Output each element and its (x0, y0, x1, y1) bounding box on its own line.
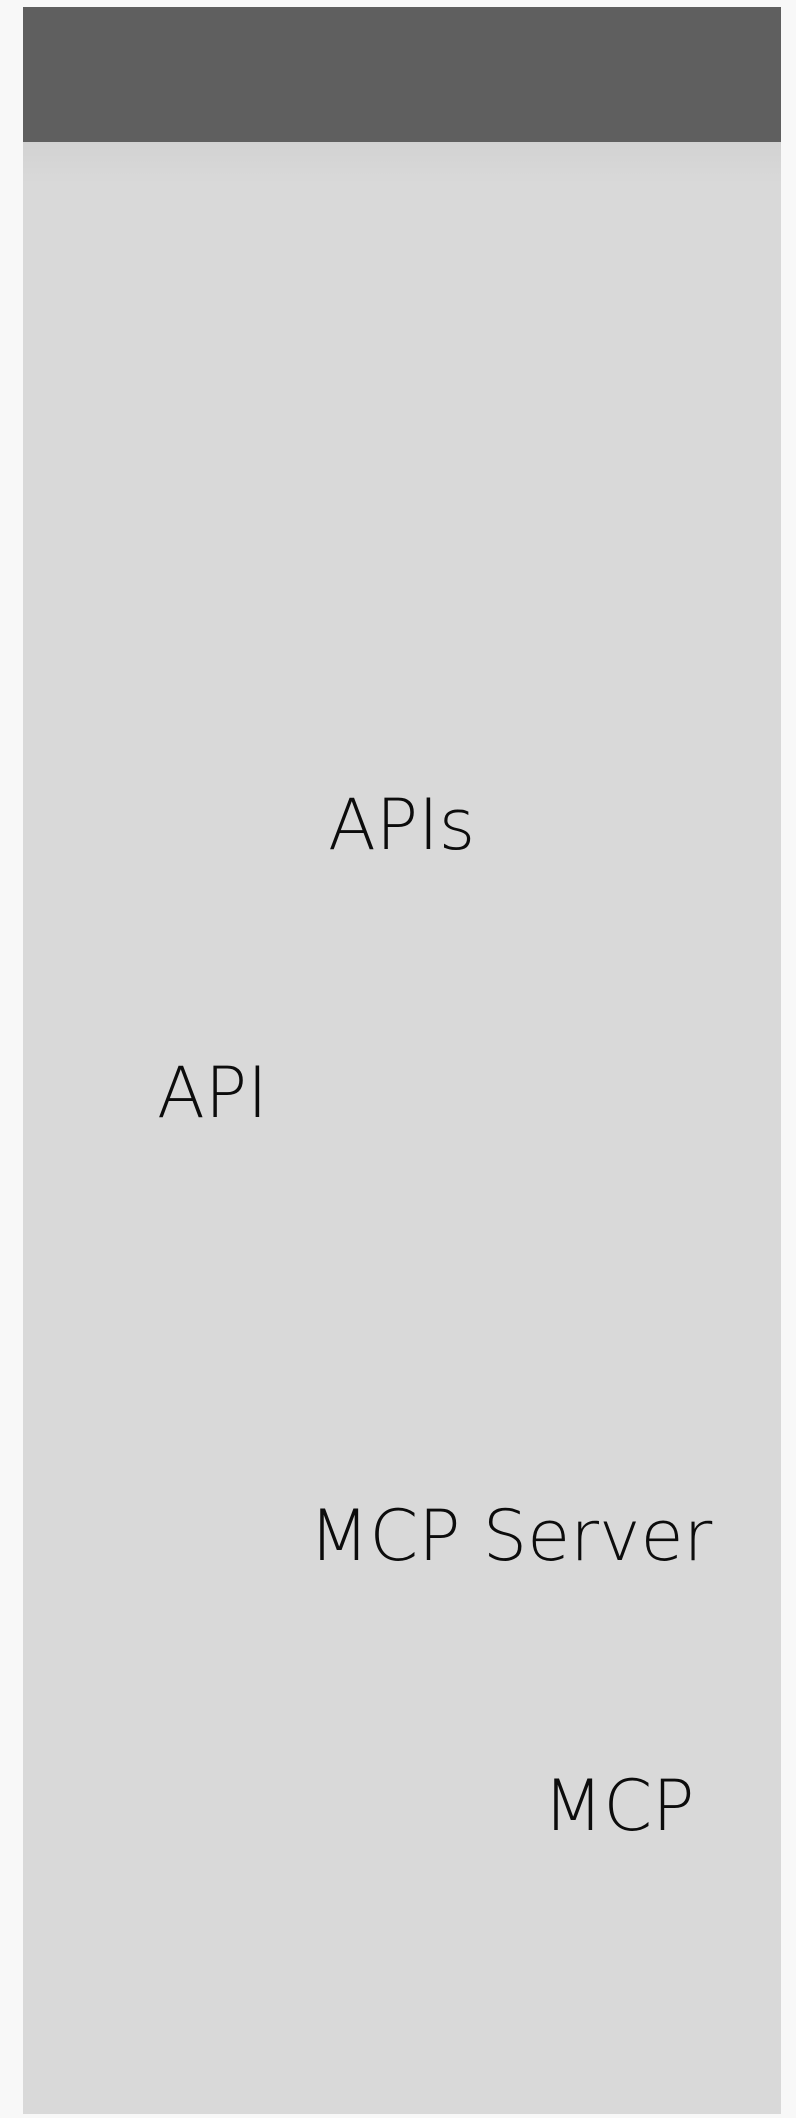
header-shadow (23, 142, 781, 184)
header-bar (23, 7, 781, 142)
mcp-label: MCP (543, 1765, 695, 1847)
apis-label: APIs (328, 784, 476, 866)
content-panel: APIs API MCP Server MCP (23, 7, 781, 2114)
mcp-server-label: MCP Server (309, 1495, 713, 1577)
api-label: API (157, 1052, 268, 1134)
